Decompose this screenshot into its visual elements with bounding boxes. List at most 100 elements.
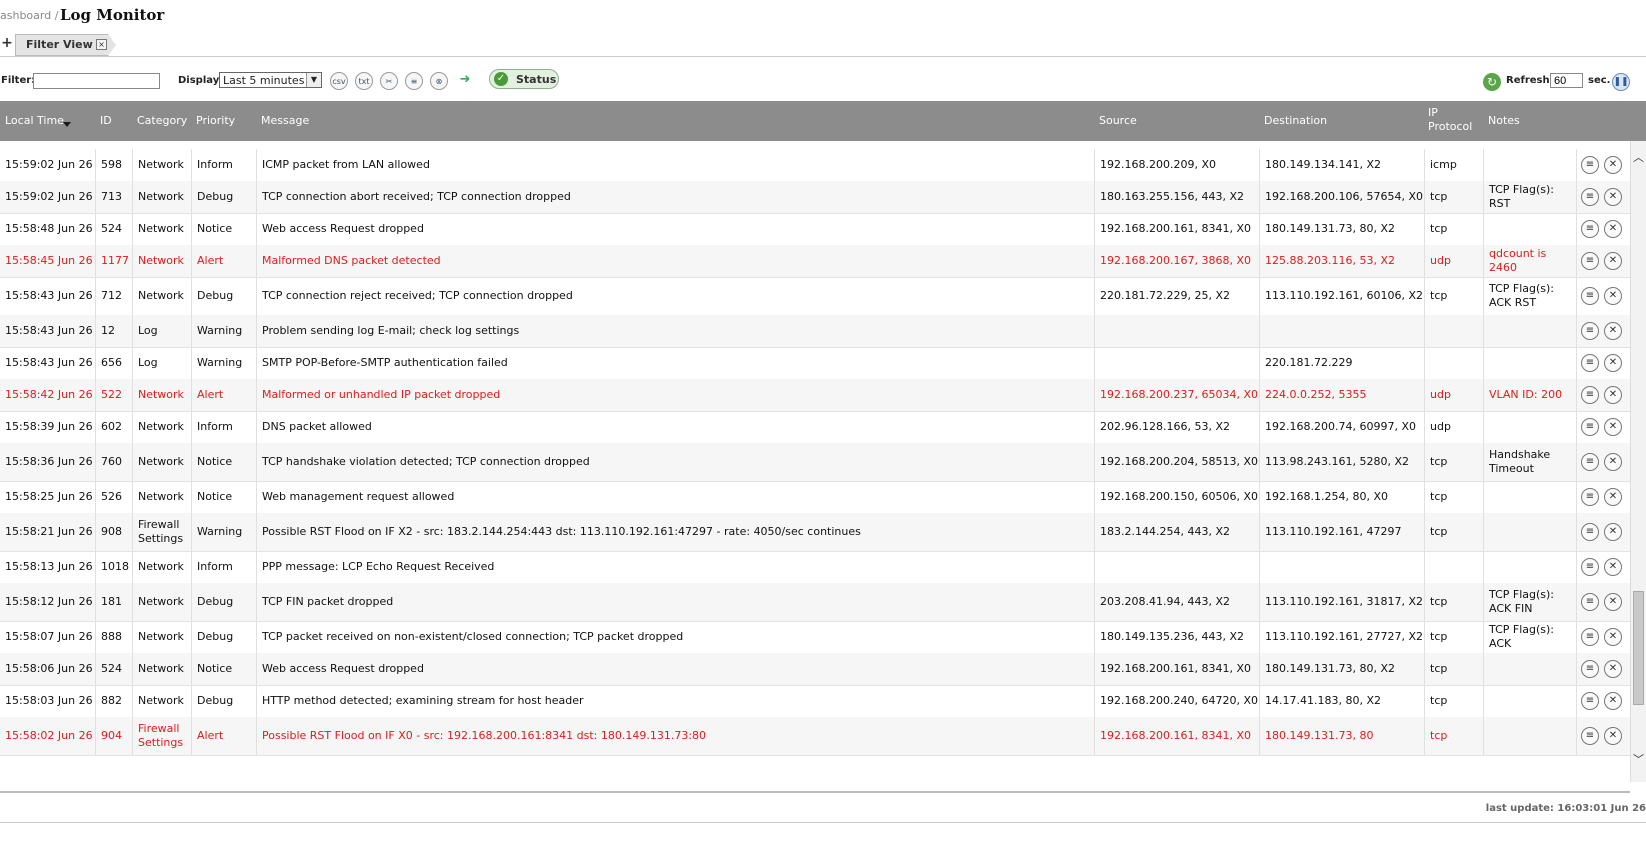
delete-icon[interactable]: ✕ <box>1604 322 1622 340</box>
add-tab-button[interactable]: + <box>0 34 14 54</box>
delete-icon[interactable]: ✕ <box>1604 692 1622 710</box>
cell-message: PPP message: LCP Echo Request Received <box>256 551 1094 583</box>
cell-source: 192.168.200.240, 64720, X0 <box>1094 685 1259 717</box>
table-row[interactable]: 15:58:12 Jun 26 181 Network Debug TCP FIN pa… <box>0 583 1630 622</box>
table-row[interactable]: 15:58:25 Jun 26 526 Network Notice Web manag… <box>0 481 1630 514</box>
tools-icon[interactable]: ✂ <box>380 72 398 90</box>
delete-icon[interactable]: ✕ <box>1604 628 1622 646</box>
refresh-icon[interactable]: ↻ <box>1483 73 1501 91</box>
delete-icon[interactable]: ✕ <box>1604 386 1622 404</box>
column-header-category[interactable]: Category <box>137 114 187 127</box>
scroll-up-icon[interactable]: ︿ <box>1633 149 1644 165</box>
delete-icon[interactable]: ✕ <box>1604 727 1622 745</box>
display-select[interactable]: Last 5 minutes ▼ <box>219 72 322 88</box>
table-row[interactable]: 15:58:43 Jun 26 12 Log Warning Problem sendi… <box>0 315 1630 348</box>
details-icon[interactable]: ≡ <box>1581 188 1599 206</box>
column-header-message[interactable]: Message <box>261 114 309 127</box>
cell-category: Network <box>132 443 191 481</box>
close-icon[interactable]: × <box>96 39 107 50</box>
email-log-icon[interactable]: ➜ <box>455 71 475 89</box>
details-icon[interactable]: ≡ <box>1581 386 1599 404</box>
cell-source: 192.168.200.167, 3868, X0 <box>1094 245 1259 277</box>
export-csv-button[interactable]: csv <box>330 72 348 90</box>
cell-source: 192.168.200.209, X0 <box>1094 149 1259 181</box>
table-row[interactable]: 15:58:07 Jun 26 888 Network Debug TCP packet… <box>0 621 1630 654</box>
details-icon[interactable]: ≡ <box>1581 453 1599 471</box>
table-row[interactable]: 15:59:02 Jun 26 713 Network Debug TCP connec… <box>0 181 1630 214</box>
details-icon[interactable]: ≡ <box>1581 593 1599 611</box>
details-icon[interactable]: ≡ <box>1581 660 1599 678</box>
cell-notes <box>1483 481 1576 513</box>
sort-descending-icon[interactable] <box>63 122 71 127</box>
cell-id: 656 <box>95 347 132 379</box>
column-header-source[interactable]: Source <box>1099 114 1137 127</box>
details-icon[interactable]: ≡ <box>1581 692 1599 710</box>
table-row[interactable]: 15:59:02 Jun 26 598 Network Inform ICMP pack… <box>0 149 1630 182</box>
column-header-priority[interactable]: Priority <box>196 114 235 127</box>
status-button[interactable]: ✓ Status <box>489 69 559 89</box>
filter-input[interactable] <box>33 73 160 89</box>
delete-icon[interactable]: ✕ <box>1604 287 1622 305</box>
table-row[interactable]: 15:58:43 Jun 26 712 Network Debug TCP connec… <box>0 277 1630 316</box>
cell-id: 524 <box>95 213 132 245</box>
table-row[interactable]: 15:58:45 Jun 26 1177 Network Alert Malformed… <box>0 245 1630 278</box>
column-header-ip-protocol[interactable]: IP Protocol <box>1428 106 1472 134</box>
print-icon[interactable]: ≡ <box>405 72 423 90</box>
breadcrumb[interactable]: ashboard / <box>0 9 58 22</box>
table-row[interactable]: 15:58:48 Jun 26 524 Network Notice Web acces… <box>0 213 1630 246</box>
delete-icon[interactable]: ✕ <box>1604 523 1622 541</box>
page-header: ashboard / Log Monitor <box>0 0 1646 33</box>
table-row[interactable]: 15:58:03 Jun 26 882 Network Debug HTTP metho… <box>0 685 1630 718</box>
pause-icon[interactable]: ❚❚ <box>1612 73 1630 91</box>
column-header-notes[interactable]: Notes <box>1488 114 1520 127</box>
cell-message: TCP handshake violation detected; TCP co… <box>256 443 1094 481</box>
delete-icon[interactable]: ✕ <box>1604 593 1622 611</box>
column-header-id[interactable]: ID <box>100 114 112 127</box>
details-icon[interactable]: ≡ <box>1581 628 1599 646</box>
export-txt-button[interactable]: txt <box>355 72 373 90</box>
delete-icon[interactable]: ✕ <box>1604 156 1622 174</box>
table-row[interactable]: 15:58:06 Jun 26 524 Network Notice Web acces… <box>0 653 1630 686</box>
delete-icon[interactable]: ✕ <box>1604 453 1622 471</box>
details-icon[interactable]: ≡ <box>1581 252 1599 270</box>
scroll-down-icon[interactable]: ﹀ <box>1633 751 1644 767</box>
table-row[interactable]: 15:58:39 Jun 26 602 Network Inform DNS packe… <box>0 411 1630 444</box>
cell-ip-protocol <box>1424 347 1483 379</box>
delete-icon[interactable]: ✕ <box>1604 220 1622 238</box>
delete-icon[interactable]: ✕ <box>1604 418 1622 436</box>
delete-icon[interactable]: ✕ <box>1604 354 1622 372</box>
cell-actions: ≡ ✕ <box>1576 149 1630 181</box>
table-row[interactable]: 15:58:36 Jun 26 760 Network Notice TCP hands… <box>0 443 1630 482</box>
details-icon[interactable]: ≡ <box>1581 488 1599 506</box>
details-icon[interactable]: ≡ <box>1581 287 1599 305</box>
vertical-scrollbar[interactable]: ︿ ﹀ <box>1630 141 1646 782</box>
delete-icon[interactable]: ✕ <box>1604 252 1622 270</box>
cell-message: TCP FIN packet dropped <box>256 583 1094 621</box>
column-header-local-time[interactable]: Local Time <box>5 114 64 127</box>
details-icon[interactable]: ≡ <box>1581 418 1599 436</box>
clear-log-icon[interactable]: ⊗ <box>430 72 448 90</box>
cell-source: 192.168.200.150, 60506, X0 <box>1094 481 1259 513</box>
details-icon[interactable]: ≡ <box>1581 322 1599 340</box>
cell-category: Log <box>132 315 191 347</box>
table-row[interactable]: 15:58:02 Jun 26 904 Firewall Settings Alert… <box>0 717 1630 756</box>
delete-icon[interactable]: ✕ <box>1604 188 1622 206</box>
delete-icon[interactable]: ✕ <box>1604 660 1622 678</box>
table-row[interactable]: 15:58:13 Jun 26 1018 Network Inform PPP mess… <box>0 551 1630 584</box>
details-icon[interactable]: ≡ <box>1581 220 1599 238</box>
delete-icon[interactable]: ✕ <box>1604 488 1622 506</box>
tab-filter-view[interactable]: Filter View × <box>15 34 116 56</box>
details-icon[interactable]: ≡ <box>1581 558 1599 576</box>
delete-icon[interactable]: ✕ <box>1604 558 1622 576</box>
table-row[interactable]: 15:58:21 Jun 26 908 Firewall Settings Warni… <box>0 513 1630 552</box>
scrollbar-thumb[interactable] <box>1633 591 1644 705</box>
details-icon[interactable]: ≡ <box>1581 523 1599 541</box>
cell-id: 888 <box>95 621 132 653</box>
table-row[interactable]: 15:58:43 Jun 26 656 Log Warning SMTP POP-Bef… <box>0 347 1630 380</box>
refresh-interval-input[interactable] <box>1550 73 1583 88</box>
column-header-destination[interactable]: Destination <box>1264 114 1327 127</box>
details-icon[interactable]: ≡ <box>1581 354 1599 372</box>
table-row[interactable]: 15:58:42 Jun 26 522 Network Alert Malformed … <box>0 379 1630 412</box>
details-icon[interactable]: ≡ <box>1581 156 1599 174</box>
details-icon[interactable]: ≡ <box>1581 727 1599 745</box>
